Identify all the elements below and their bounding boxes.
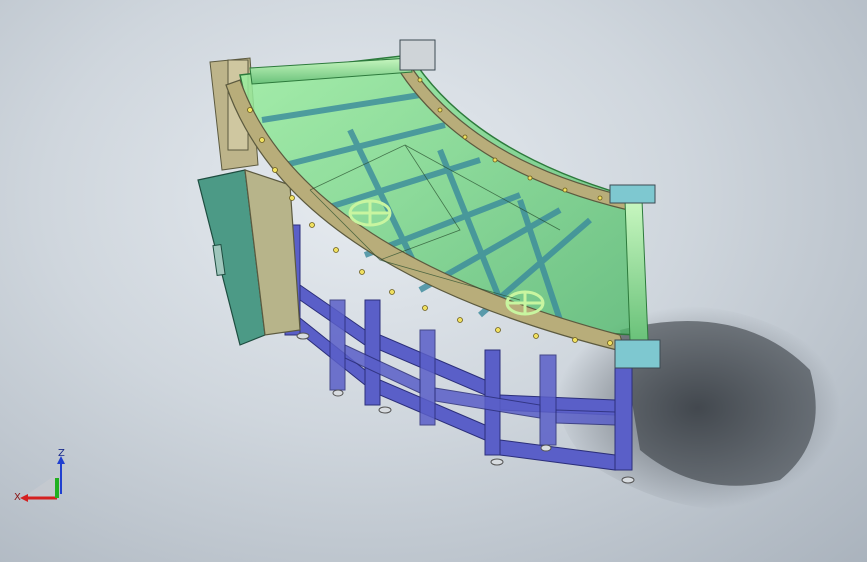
- cad-viewport[interactable]: X Z: [0, 0, 867, 562]
- x-arrow-head: [20, 494, 28, 502]
- z-axis-label: Z: [58, 448, 65, 459]
- orientation-triad: X Z: [14, 448, 65, 503]
- control-cabinet: [197, 169, 301, 346]
- x-axis-label: X: [14, 492, 21, 503]
- curved-conveyor-model[interactable]: [0, 0, 867, 562]
